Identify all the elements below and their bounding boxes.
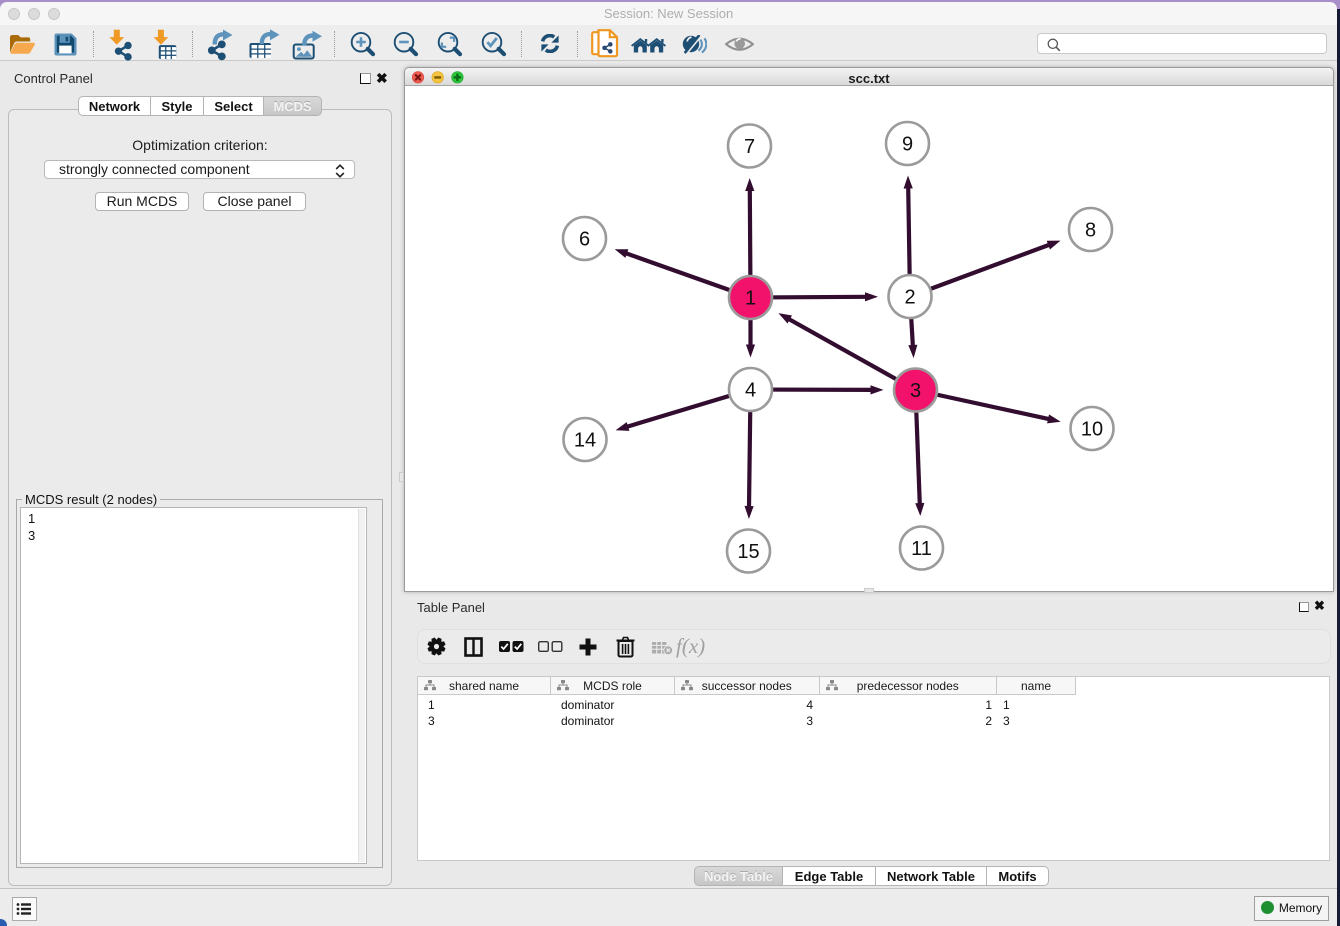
svg-text:4: 4 <box>745 380 756 402</box>
svg-text:7: 7 <box>744 136 755 158</box>
svg-text:10: 10 <box>1081 419 1103 441</box>
svg-text:9: 9 <box>902 134 913 156</box>
svg-text:6: 6 <box>579 229 590 251</box>
svg-text:14: 14 <box>574 430 596 452</box>
svg-text:1: 1 <box>745 288 756 310</box>
svg-text:11: 11 <box>911 538 932 560</box>
svg-text:3: 3 <box>910 380 921 402</box>
svg-text:8: 8 <box>1085 220 1096 242</box>
svg-text:2: 2 <box>904 287 915 309</box>
svg-text:15: 15 <box>737 541 759 563</box>
